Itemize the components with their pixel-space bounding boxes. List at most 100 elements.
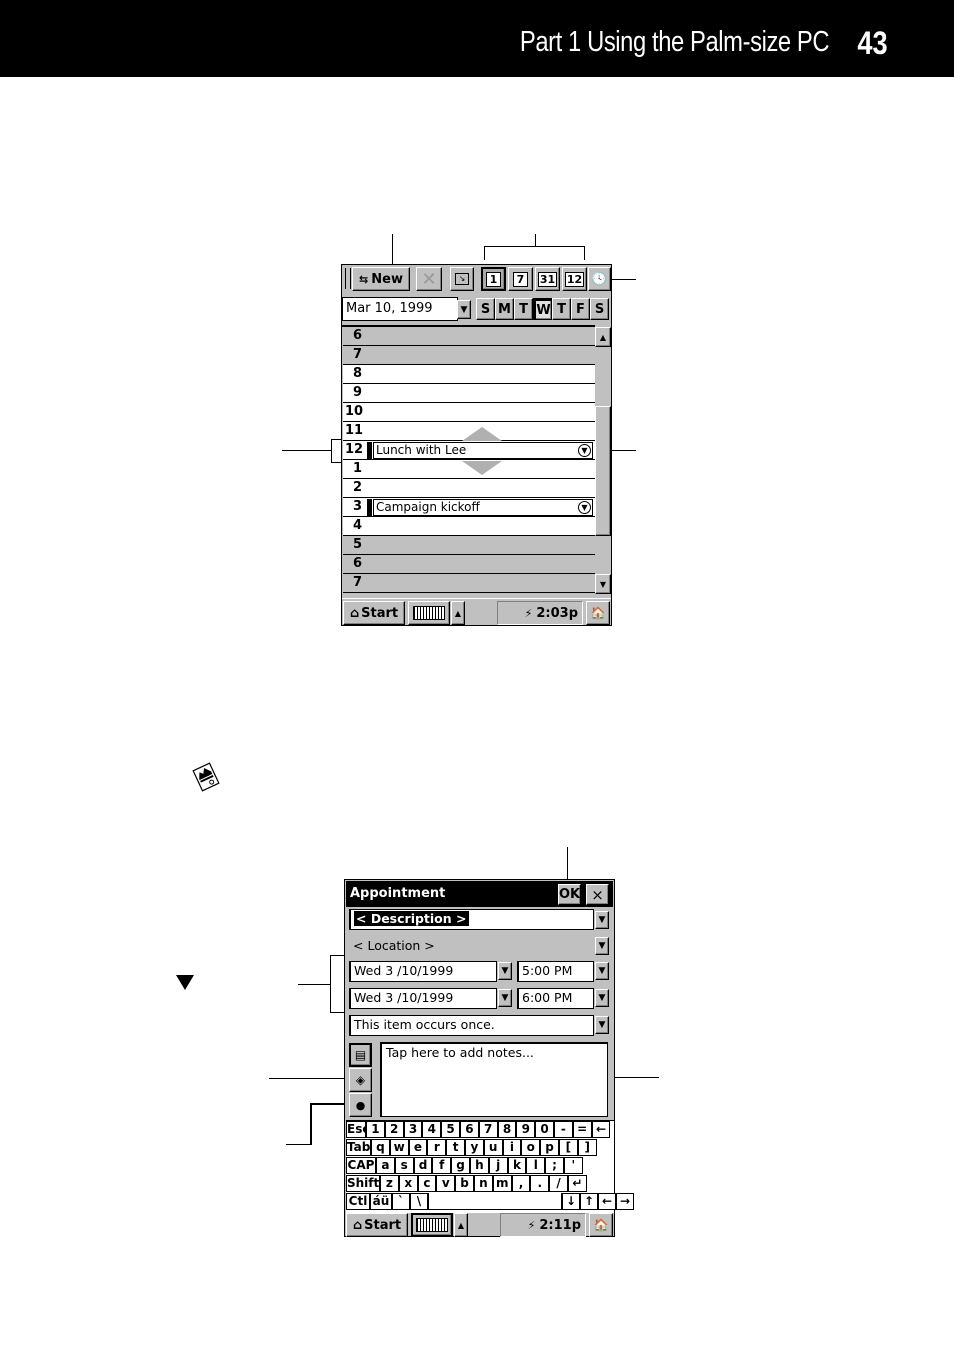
keyboard-key[interactable]: j	[488, 1157, 508, 1174]
keyboard-key[interactable]: [	[559, 1139, 578, 1156]
keyboard-key[interactable]: z	[380, 1175, 399, 1192]
keyboard-key[interactable]: 7	[478, 1121, 498, 1138]
description-dropdown-button[interactable]: ▼	[595, 911, 609, 929]
date-field[interactable]: Mar 10, 1999	[342, 297, 458, 321]
view-week-button[interactable]: 7	[508, 267, 533, 291]
vertical-scrollbar[interactable]: ▲ ▼	[595, 325, 611, 597]
keyboard-key[interactable]: Esc	[346, 1121, 369, 1138]
hour-row[interactable]: 12 Lunch with Lee ▼	[343, 441, 595, 460]
day-agenda[interactable]: 6 7 8 9 10 11 12 Lunch with Lee ▼ 1 2 3 C…	[342, 325, 595, 599]
keyboard-key[interactable]: ←	[591, 1121, 611, 1138]
drag-down-handle[interactable]	[462, 461, 502, 475]
scroll-thumb[interactable]	[595, 406, 611, 536]
keyboard-key[interactable]: o	[521, 1139, 541, 1156]
keyboard-key[interactable]: e	[408, 1139, 428, 1156]
clock[interactable]: 2:03p	[536, 606, 578, 621]
day-button[interactable]: F	[571, 298, 590, 320]
start-date-field[interactable]: Wed 3 /10/1999	[349, 961, 497, 982]
keyboard-key[interactable]: ↓	[562, 1193, 580, 1210]
end-time-field[interactable]: 6:00 PM	[517, 988, 594, 1009]
keyboard-key[interactable]: 4	[422, 1121, 442, 1138]
keyboard-key[interactable]: 0	[535, 1121, 554, 1138]
start-date-dropdown-button[interactable]: ▼	[498, 962, 512, 980]
keyboard-key[interactable]: ↵	[568, 1175, 587, 1192]
keyboard-key[interactable]: b	[455, 1175, 474, 1192]
keyboard-key[interactable]: r	[427, 1139, 447, 1156]
day-button[interactable]: M	[495, 298, 514, 320]
keyboard-key[interactable]: c	[417, 1175, 437, 1192]
keyboard-key[interactable]: Ctl	[346, 1193, 370, 1210]
keyboard-key[interactable]: /	[549, 1175, 568, 1192]
hour-row[interactable]: 6	[343, 327, 595, 346]
keyboard-key[interactable]: 3	[403, 1121, 423, 1138]
ok-button[interactable]: OK	[558, 884, 581, 905]
day-button[interactable]: S	[476, 298, 495, 320]
view-month-button[interactable]: 31	[535, 267, 560, 291]
keyboard-key[interactable]: 8	[497, 1121, 517, 1138]
keyboard-key[interactable]: w	[389, 1139, 409, 1156]
keyboard-button[interactable]	[408, 601, 450, 625]
keyboard-key[interactable]: \	[410, 1193, 428, 1210]
keyboard-key[interactable]: ;	[545, 1157, 564, 1174]
appointment-menu-icon[interactable]: ▼	[578, 444, 591, 457]
drag-up-handle[interactable]	[462, 427, 502, 441]
today-button[interactable]: 🏠	[586, 601, 610, 625]
keyboard-key[interactable]: ]	[577, 1139, 597, 1156]
keyboard-key[interactable]: CAP	[346, 1157, 376, 1174]
keyboard-key[interactable]: n	[474, 1175, 493, 1192]
day-button[interactable]: S	[590, 298, 609, 320]
start-button[interactable]: ⌂ Start	[346, 1213, 408, 1237]
keyboard-key[interactable]: g	[451, 1157, 470, 1174]
keyboard-key[interactable]: s	[394, 1157, 414, 1174]
notes-area[interactable]: Tap here to add notes...	[380, 1042, 608, 1117]
new-button[interactable]: ⇆ New	[352, 267, 410, 291]
keyboard-key[interactable]: 5	[441, 1121, 460, 1138]
recurrence-field[interactable]: This item occurs once.	[349, 1015, 594, 1036]
keyboard-key[interactable]: h	[470, 1157, 489, 1174]
clock[interactable]: 2:11p	[539, 1218, 581, 1233]
scroll-down-button[interactable]: ▼	[595, 574, 611, 594]
tools-button[interactable]: 🕓	[588, 267, 611, 291]
keyboard-key[interactable]: u	[483, 1139, 503, 1156]
appointment-item[interactable]: Lunch with Lee ▼	[367, 442, 593, 459]
day-button[interactable]: T	[552, 298, 571, 320]
keyboard-key[interactable]: 9	[516, 1121, 536, 1138]
keyboard-key[interactable]: `	[392, 1193, 410, 1210]
keyboard-key[interactable]: d	[413, 1157, 433, 1174]
goto-today-button[interactable]: ↘	[450, 267, 474, 291]
date-dropdown-button[interactable]: ▼	[457, 300, 471, 319]
space-key[interactable]	[428, 1193, 562, 1210]
scroll-up-button[interactable]: ▲	[595, 327, 611, 347]
start-time-field[interactable]: 5:00 PM	[517, 961, 594, 982]
hour-row[interactable]: 3 Campaign kickoff ▼	[343, 498, 595, 517]
hour-row[interactable]: 9	[343, 384, 595, 403]
appointment-menu-icon[interactable]: ▼	[578, 501, 591, 514]
keyboard-key[interactable]: áü	[370, 1193, 392, 1210]
keyboard-key[interactable]: p	[540, 1139, 559, 1156]
keyboard-key[interactable]: Tab	[346, 1139, 371, 1156]
keyboard-key[interactable]: .	[530, 1175, 550, 1192]
delete-button[interactable]: ✕	[416, 267, 442, 291]
keyboard-key[interactable]: ,	[511, 1175, 531, 1192]
keyboard-key[interactable]: m	[492, 1175, 512, 1192]
hour-row[interactable]: 8	[343, 365, 595, 384]
day-button-selected[interactable]: W	[533, 298, 552, 320]
keyboard-button[interactable]	[411, 1213, 453, 1237]
keyboard-key[interactable]: 2	[384, 1121, 404, 1138]
location-field[interactable]: < Location >	[353, 936, 593, 956]
view-day-button[interactable]: 1	[481, 267, 506, 291]
keyboard-key[interactable]: ←	[598, 1193, 616, 1210]
keyboard-key[interactable]: f	[432, 1157, 452, 1174]
hour-row[interactable]: 10	[343, 403, 595, 422]
appointment-item[interactable]: Campaign kickoff ▼	[367, 499, 593, 516]
end-date-field[interactable]: Wed 3 /10/1999	[349, 988, 497, 1009]
keyboard-key[interactable]: x	[398, 1175, 418, 1192]
start-button[interactable]: ⌂ Start	[343, 601, 405, 625]
start-time-dropdown-button[interactable]: ▼	[595, 962, 609, 980]
keyboard-key[interactable]: q	[371, 1139, 390, 1156]
hour-row[interactable]: 7	[343, 346, 595, 365]
keyboard-key[interactable]: t	[446, 1139, 465, 1156]
notes-tab[interactable]: ▤	[349, 1043, 372, 1067]
keyboard-key[interactable]: Shift	[346, 1175, 380, 1192]
hour-row[interactable]: 6	[343, 555, 595, 574]
